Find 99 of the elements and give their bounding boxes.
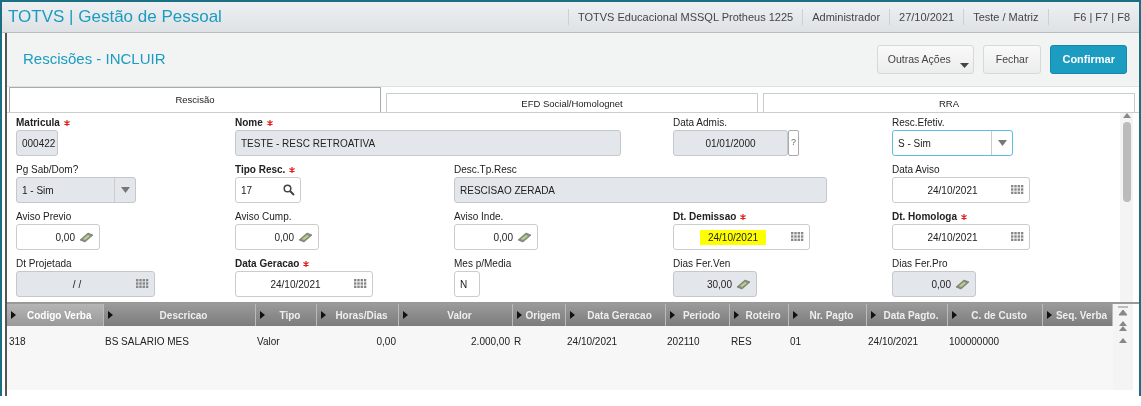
calculator-icon[interactable]: [517, 231, 532, 243]
table-cell: 24/10/2021: [866, 326, 947, 349]
field-label: Dt. Homologa: [892, 209, 967, 224]
search-icon[interactable]: [283, 184, 295, 196]
input-field[interactable]: 24/10/2021: [235, 271, 373, 297]
triangle-icon[interactable]: [259, 311, 265, 319]
calendar-icon[interactable]: [1011, 232, 1024, 242]
table-cell: BS SALARIO MES: [103, 326, 255, 349]
input-field[interactable]: 17: [235, 177, 301, 203]
calendar-icon[interactable]: [354, 279, 367, 289]
vertical-scrollbar[interactable]: [1120, 113, 1133, 302]
triangle-icon[interactable]: [516, 311, 522, 319]
status-text: Teste / Matriz: [963, 8, 1048, 26]
triangle-icon[interactable]: [669, 311, 675, 319]
input-field[interactable]: 000422: [16, 130, 58, 156]
input-field[interactable]: 24/10/2021: [673, 224, 810, 250]
table-cell: 202110: [665, 326, 729, 349]
input-field[interactable]: RESCISAO ZERADA: [454, 177, 827, 203]
close-button[interactable]: Fechar: [982, 45, 1042, 74]
table-cell: 0,00: [316, 326, 398, 349]
table-cell: 01: [788, 326, 866, 349]
table-cell: 24/10/2021: [565, 326, 665, 349]
status-text: Administrador: [802, 8, 890, 26]
calculator-icon[interactable]: [736, 278, 751, 290]
scroll-up-icon[interactable]: [1118, 336, 1128, 344]
triangle-icon[interactable]: [733, 311, 739, 319]
calculator-icon[interactable]: [298, 231, 313, 243]
field-label: Pg Sab/Dom?: [16, 163, 79, 177]
field-label: Mes p/Media: [454, 257, 512, 271]
required-icon: [740, 214, 747, 221]
input-field[interactable]: 24/10/2021: [892, 177, 1030, 203]
status-text: TOTVS Educacional MSSQL Protheus 1225: [568, 8, 803, 26]
input-field[interactable]: / /: [16, 271, 155, 297]
table-cell: R: [512, 326, 565, 349]
tab[interactable]: EFD Social/Homolognet: [386, 93, 758, 112]
caret-icon[interactable]: [998, 140, 1007, 146]
triangle-icon[interactable]: [870, 311, 876, 319]
caret-icon[interactable]: [959, 63, 969, 68]
triangle-icon[interactable]: [107, 311, 113, 319]
field-label: Data Geracao: [235, 256, 310, 271]
input-field[interactable]: TESTE - RESC RETROATIVA: [235, 130, 621, 156]
select-field[interactable]: S - Sim: [892, 130, 1013, 156]
input-field[interactable]: 0,00: [235, 224, 319, 250]
input-field[interactable]: N: [454, 271, 480, 297]
help-button[interactable]: ?: [788, 130, 799, 156]
input-field[interactable]: 24/10/2021: [892, 224, 1030, 250]
field-label: Dt Projetada: [16, 257, 72, 271]
page-up-icon[interactable]: [1118, 320, 1128, 332]
field-label: Aviso Previo: [16, 210, 72, 224]
field-label: Resc.Efetiv.: [892, 116, 945, 130]
required-icon: [289, 167, 296, 174]
triangle-icon[interactable]: [320, 311, 326, 319]
input-field[interactable]: 0,00: [892, 271, 976, 297]
input-field[interactable]: 01/01/2000: [673, 130, 788, 156]
calculator-icon[interactable]: [955, 278, 970, 290]
dropdown-button[interactable]: Outras Ações: [876, 45, 974, 74]
scroll-top-icon[interactable]: [1118, 306, 1128, 316]
tab[interactable]: RRA: [763, 93, 1135, 112]
field-label: Aviso Inde.: [454, 210, 504, 224]
app-title: TOTVS | Gestão de Pessoal: [7, 6, 223, 29]
triangle-icon[interactable]: [951, 311, 957, 319]
triangle-icon[interactable]: [1046, 311, 1052, 319]
field-label: Dias Fer.Ven: [673, 257, 731, 271]
required-icon: [63, 120, 70, 127]
calendar-icon[interactable]: [136, 279, 149, 289]
input-field[interactable]: 0,00: [454, 224, 538, 250]
page-title: Rescisões - INCLUIR: [23, 49, 167, 70]
status-text: F6 | F7 | F8: [1047, 8, 1139, 26]
calendar-icon[interactable]: [791, 232, 804, 242]
calendar-icon[interactable]: [1011, 185, 1024, 195]
required-icon: [266, 120, 273, 127]
table-cell: 2.000,00: [398, 326, 512, 349]
status-text: 27/10/2021: [889, 8, 964, 26]
triangle-icon[interactable]: [402, 311, 408, 319]
field-label: Tipo Resc.: [235, 162, 296, 177]
field-label: Data Admis.: [673, 116, 727, 130]
field-label: Desc.Tp.Resc: [454, 163, 517, 177]
triangle-icon[interactable]: [792, 311, 798, 319]
table-cell: RES: [729, 326, 788, 349]
field-label: Nome: [235, 115, 273, 130]
field-label: Data Aviso: [892, 163, 940, 177]
required-icon: [961, 214, 967, 221]
triangle-icon[interactable]: [569, 311, 575, 319]
calculator-icon[interactable]: [79, 231, 94, 243]
grid-scrollbar[interactable]: [1113, 304, 1133, 390]
input-field[interactable]: 0,00: [16, 224, 100, 250]
caret-icon[interactable]: [121, 187, 130, 193]
table-cell: 100000000: [947, 326, 1042, 349]
tab[interactable]: Rescisão: [9, 87, 381, 112]
required-icon: [303, 261, 310, 268]
input-field[interactable]: 30,00: [673, 271, 757, 297]
table-cell: Valor: [255, 326, 316, 349]
field-label: Dias Fer.Pro: [892, 257, 948, 271]
field-label: Matricula: [16, 115, 70, 130]
select-field[interactable]: 1 - Sim: [16, 177, 136, 203]
table-cell: 318: [7, 326, 103, 349]
field-label: Dt. Demissao: [673, 209, 747, 224]
field-label: Aviso Cump.: [235, 210, 292, 224]
triangle-icon[interactable]: [11, 311, 16, 319]
